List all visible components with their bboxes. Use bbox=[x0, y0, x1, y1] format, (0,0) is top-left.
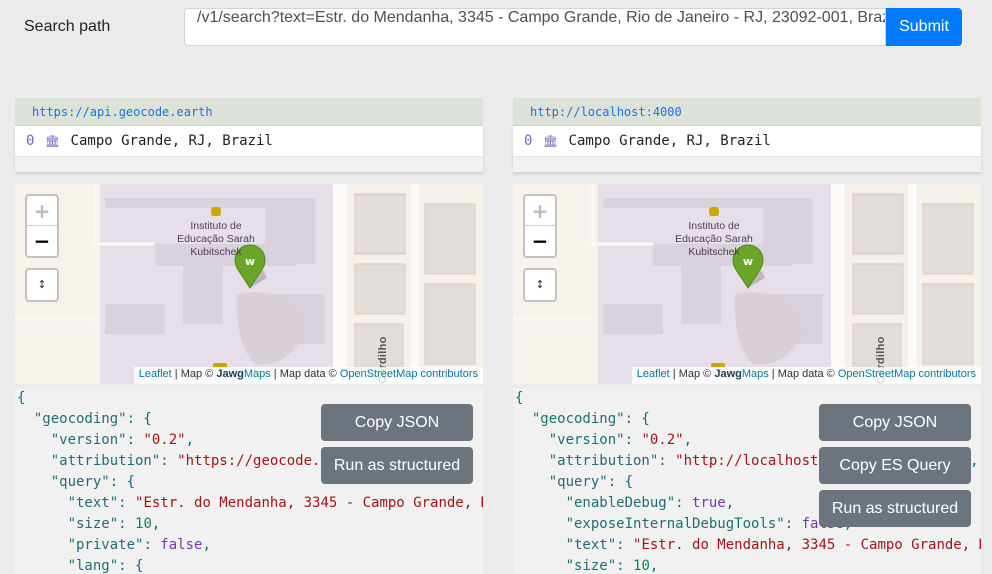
fit-bounds-button[interactable]: ↕ bbox=[25, 268, 59, 302]
result-label: Campo Grande, RJ, Brazil bbox=[70, 133, 273, 149]
zoom-out-button[interactable]: − bbox=[27, 226, 57, 256]
search-path-input[interactable]: /v1/search?text=Estr. do Mendanha, 3345 … bbox=[184, 8, 886, 46]
school-icon bbox=[709, 207, 719, 216]
zoom-out-button[interactable]: − bbox=[525, 226, 555, 256]
run-as-structured-button[interactable]: Run as structured bbox=[819, 490, 971, 527]
search-path-label: Search path bbox=[24, 18, 111, 35]
zoom-control: + − bbox=[25, 194, 59, 258]
panel-header: https://api.geocode.earth bbox=[15, 98, 483, 126]
endpoint-url: http://localhost:4000 bbox=[530, 105, 682, 119]
result-list: 0 🏛︎ Campo Grande, RJ, Brazil bbox=[513, 126, 981, 172]
leaflet-link[interactable]: Leaflet bbox=[637, 368, 670, 380]
submit-button[interactable]: Submit bbox=[886, 8, 962, 46]
result-list: 0 🏛︎ Campo Grande, RJ, Brazil bbox=[15, 126, 483, 172]
vertical-arrows-icon: ↕ bbox=[37, 278, 47, 291]
copy-es-query-button[interactable]: Copy ES Query bbox=[819, 447, 971, 484]
zoom-in-button[interactable]: + bbox=[27, 196, 57, 226]
jawg-link[interactable]: JawgMaps bbox=[216, 368, 270, 380]
search-bar: Search path /v1/search?text=Estr. do Men… bbox=[0, 0, 992, 56]
museum-icon: 🏛︎ bbox=[44, 134, 61, 148]
fit-bounds-button[interactable]: ↕ bbox=[523, 268, 557, 302]
zoom-in-button[interactable]: + bbox=[525, 196, 555, 226]
endpoint-url: https://api.geocode.earth bbox=[32, 105, 213, 119]
copy-json-button[interactable]: Copy JSON bbox=[819, 404, 971, 441]
result-item[interactable]: 0 🏛︎ Campo Grande, RJ, Brazil bbox=[524, 133, 771, 149]
map-tiles: w bbox=[513, 184, 981, 384]
osm-link[interactable]: OpenStreetMap contributors bbox=[838, 368, 976, 380]
school-icon bbox=[211, 207, 221, 216]
result-strip bbox=[513, 156, 981, 172]
museum-icon: 🏛︎ bbox=[542, 134, 559, 148]
run-as-structured-button[interactable]: Run as structured bbox=[321, 447, 473, 484]
result-strip bbox=[15, 156, 483, 172]
result-index: 0 bbox=[26, 133, 35, 149]
map-view[interactable]: w Instituto de Educação Sarah Kubitschek… bbox=[15, 184, 483, 384]
leaflet-link[interactable]: Leaflet bbox=[139, 368, 172, 380]
map-attribution: Leaflet | Map © JawgMaps | Map data © Op… bbox=[631, 367, 981, 384]
copy-json-button[interactable]: Copy JSON bbox=[321, 404, 473, 441]
jawg-link[interactable]: JawgMaps bbox=[714, 368, 768, 380]
panel-header: http://localhost:4000 bbox=[513, 98, 981, 126]
zoom-control: + − bbox=[523, 194, 557, 258]
result-item[interactable]: 0 🏛︎ Campo Grande, RJ, Brazil bbox=[26, 133, 273, 149]
map-attribution: Leaflet | Map © JawgMaps | Map data © Op… bbox=[133, 367, 483, 384]
map-view[interactable]: w Instituto de Educação Sarah Kubitschek… bbox=[513, 184, 981, 384]
result-index: 0 bbox=[524, 133, 533, 149]
result-label: Campo Grande, RJ, Brazil bbox=[568, 133, 771, 149]
osm-link[interactable]: OpenStreetMap contributors bbox=[340, 368, 478, 380]
poi-label: Instituto de Educação Sarah Kubitschek bbox=[177, 220, 255, 258]
map-tiles: w bbox=[15, 184, 483, 384]
comparison-panel-left: https://api.geocode.earth 0 🏛︎ Campo Gra… bbox=[15, 98, 483, 574]
poi-label: Instituto de Educação Sarah Kubitschek bbox=[675, 220, 753, 258]
comparison-panel-right: http://localhost:4000 0 🏛︎ Campo Grande,… bbox=[513, 98, 981, 574]
vertical-arrows-icon: ↕ bbox=[535, 278, 545, 291]
